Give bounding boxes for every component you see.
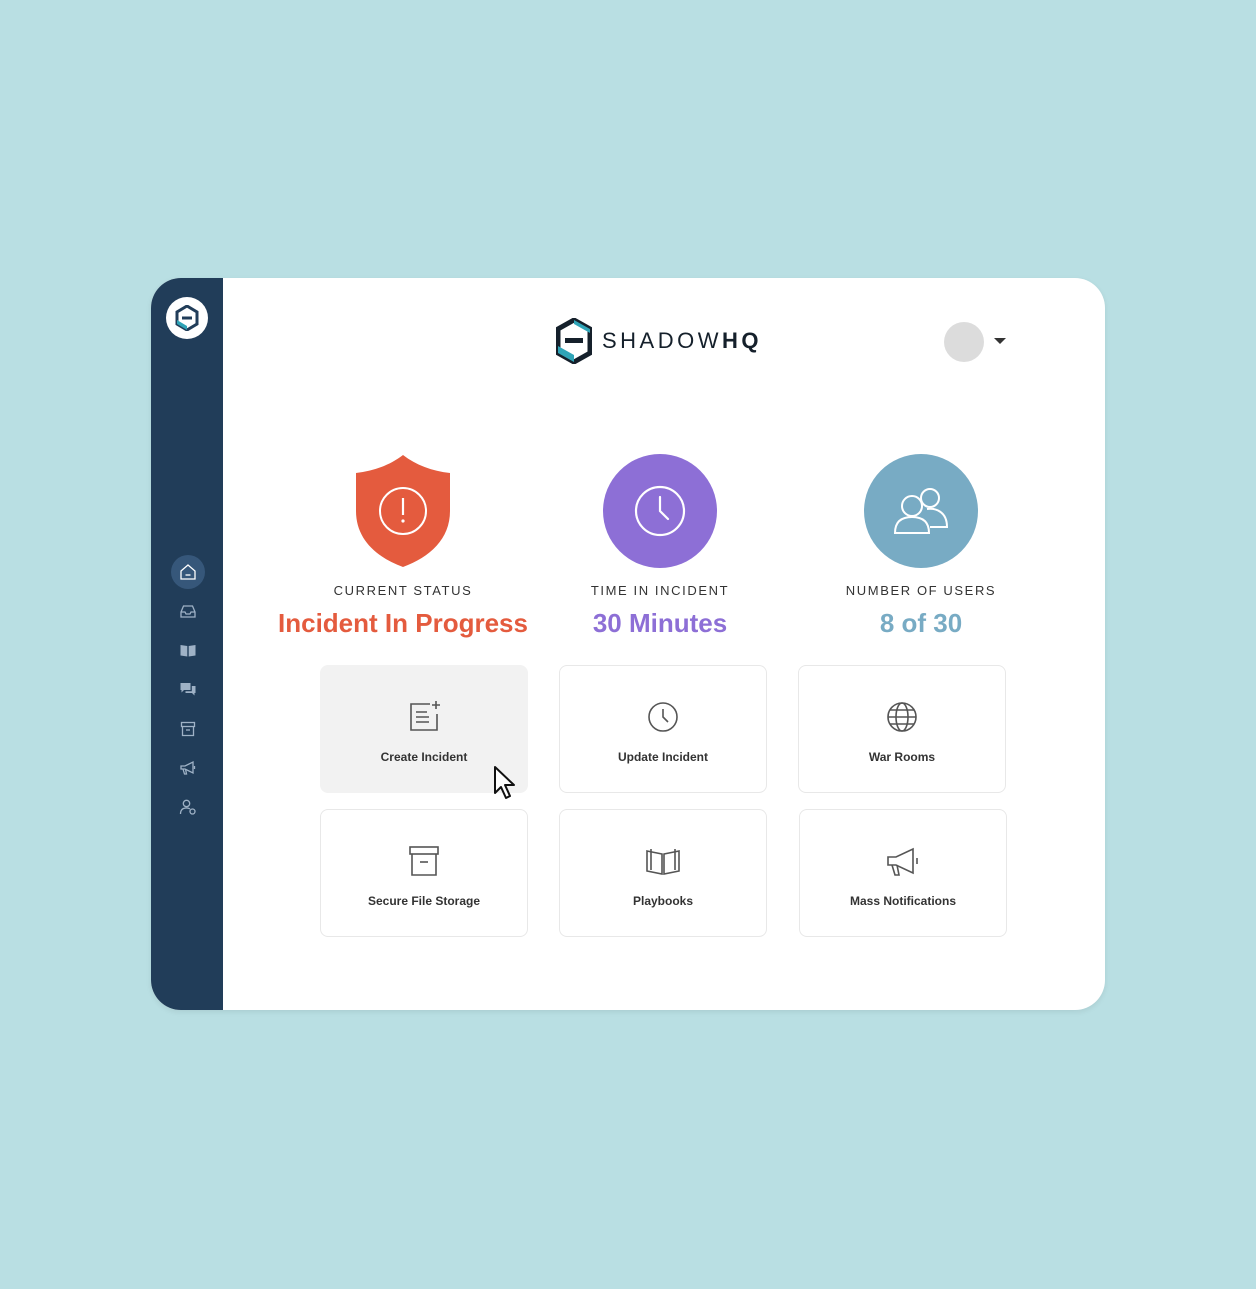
chat-icon [180,683,196,696]
brand-name-bold: HQ [722,328,762,353]
stat-label: CURRENT STATUS [333,583,473,598]
inbox-icon [180,605,196,618]
stat-current-status: CURRENT STATUS Incident In Progress [253,453,553,639]
shadowhq-logo-icon [556,318,592,364]
sidebar-item-users[interactable] [171,790,205,824]
user-settings-icon [179,799,196,815]
megaphone-icon [887,847,918,876]
sidebar-logo[interactable] [166,297,208,339]
mass-notifications-card[interactable]: Mass Notifications [799,809,1007,937]
home-icon [180,564,196,580]
sidebar-item-home[interactable] [171,555,205,589]
card-label: Update Incident [617,750,708,764]
card-label: Secure File Storage [367,894,481,908]
secure-file-storage-card[interactable]: Secure File Storage [320,809,528,937]
clock-icon [603,454,717,568]
stat-value: 30 Minutes [592,608,728,638]
archive-icon [180,721,196,737]
brand-name-light: SHADOW [602,328,722,353]
stat-label: TIME IN INCIDENT [590,583,730,598]
megaphone-icon [180,760,196,775]
sidebar-item-chat[interactable] [171,672,205,706]
caret-down-icon[interactable] [994,338,1006,344]
card-label: Create Incident [380,750,468,764]
users-icon [864,454,978,568]
shadowhq-logo-icon [175,305,199,331]
sidebar-item-inbox[interactable] [171,594,205,628]
card-label: Playbooks [632,894,694,908]
brand-name: SHADOWHQ [602,328,762,354]
archive-box-icon [409,846,439,876]
book-icon [180,645,196,657]
open-book-icon [646,849,680,875]
app-window: SHADOWHQ CURRENT STATUS Incident In Prog… [151,278,1105,1010]
sidebar-item-notifications[interactable] [171,751,205,785]
sidebar-item-playbooks[interactable] [171,633,205,667]
stat-number-of-users: NUMBER OF USERS 8 of 30 [771,453,1071,639]
card-label: Mass Notifications [849,894,957,908]
sidebar-item-archive[interactable] [171,712,205,746]
globe-icon [887,702,917,732]
stat-label: NUMBER OF USERS [845,583,997,598]
brand-logo[interactable]: SHADOWHQ [556,318,762,364]
war-rooms-card[interactable]: War Rooms [798,665,1006,793]
create-note-icon [410,701,440,731]
stat-time-in-incident: TIME IN INCIDENT 30 Minutes [510,453,810,639]
card-label: War Rooms [868,750,936,764]
sidebar [151,278,223,1010]
playbooks-card[interactable]: Playbooks [559,809,767,937]
update-incident-card[interactable]: Update Incident [559,665,767,793]
create-incident-card[interactable]: Create Incident [320,665,528,793]
clock-icon [648,702,678,732]
stat-value: 8 of 30 [879,608,963,638]
shield-alert-icon [356,455,450,567]
user-avatar[interactable] [944,322,984,362]
stat-value: Incident In Progress [278,608,528,638]
